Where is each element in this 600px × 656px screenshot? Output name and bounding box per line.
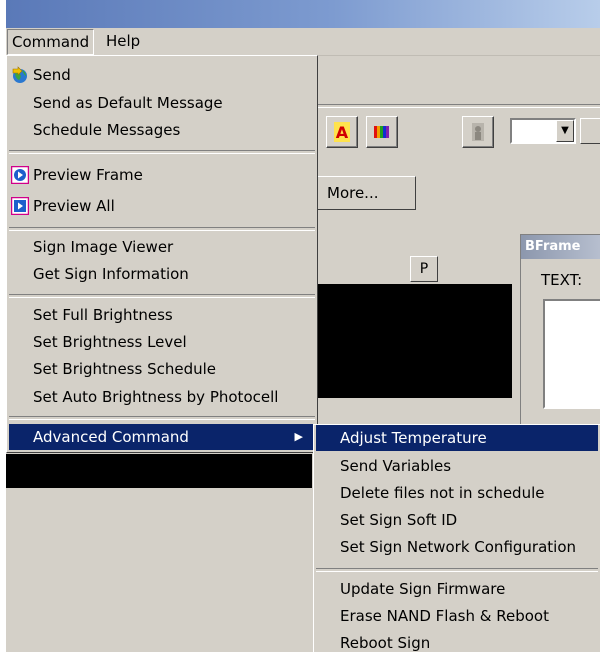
chevron-down-icon[interactable]: ▼: [556, 120, 574, 142]
menu-item-send-default[interactable]: Send as Default Message: [9, 90, 315, 116]
globe-send-icon: [12, 66, 27, 83]
bframe-panel: BFrame TEXT:: [520, 234, 600, 426]
menu-item-adjust-temperature[interactable]: Adjust Temperature: [316, 425, 598, 451]
window-title-bar: [6, 0, 600, 28]
menu-item-advanced-label: Advanced Command: [33, 428, 189, 446]
menu-item-network-config[interactable]: Set Sign Network Configuration: [316, 534, 598, 560]
more-button[interactable]: More...: [316, 176, 416, 210]
menu-item-schedule[interactable]: Schedule Messages: [9, 117, 315, 143]
menu-item-delete-files[interactable]: Delete files not in schedule: [316, 480, 598, 506]
submenu-arrow-icon: ▶: [294, 430, 303, 443]
sign-preview-panel: [316, 284, 512, 398]
menu-bar: Command Help: [6, 28, 600, 56]
command-menu: Send Send as Default Message Schedule Me…: [6, 55, 318, 453]
person-button[interactable]: [462, 116, 494, 148]
sign-preview-strip: [6, 454, 312, 488]
menu-item-brightness-schedule[interactable]: Set Brightness Schedule: [9, 356, 315, 382]
preview-all-icon: [11, 197, 29, 215]
menu-item-sign-image-viewer[interactable]: Sign Image Viewer: [9, 234, 315, 260]
menu-item-preview-frame[interactable]: Preview Frame: [9, 162, 315, 188]
text-field[interactable]: [543, 299, 600, 409]
menu-item-get-sign-info[interactable]: Get Sign Information: [9, 261, 315, 287]
p-button[interactable]: P: [410, 256, 438, 282]
advanced-command-submenu: Adjust Temperature Send Variables Delete…: [313, 424, 600, 652]
toolbar-partial-button[interactable]: [580, 118, 600, 144]
menu-separator: [9, 416, 315, 420]
menu-item-update-firmware[interactable]: Update Sign Firmware: [316, 576, 598, 602]
menu-item-preview-all-label: Preview All: [33, 197, 115, 215]
menu-command[interactable]: Command: [7, 29, 95, 55]
menu-separator: [316, 568, 598, 572]
menu-item-send[interactable]: Send: [9, 62, 315, 88]
text-a-icon: A: [334, 122, 350, 142]
color-bars-button[interactable]: [366, 116, 398, 148]
menu-item-advanced-command[interactable]: Advanced Command ▶: [9, 424, 315, 450]
preview-frame-icon: [11, 166, 29, 184]
menu-help[interactable]: Help: [102, 29, 144, 53]
menu-separator: [9, 227, 315, 231]
toolbar-dropdown[interactable]: ▼: [510, 118, 576, 144]
text-tool-button[interactable]: A: [326, 116, 358, 148]
menu-item-reboot-sign[interactable]: Reboot Sign: [316, 630, 598, 656]
color-bars-icon: [374, 126, 389, 138]
menu-item-erase-nand[interactable]: Erase NAND Flash & Reboot: [316, 603, 598, 629]
person-icon: [472, 123, 484, 141]
menu-separator: [9, 150, 315, 154]
menu-item-full-brightness[interactable]: Set Full Brightness: [9, 302, 315, 328]
menu-item-preview-frame-label: Preview Frame: [33, 166, 143, 184]
text-label: TEXT:: [541, 271, 583, 289]
bframe-title: BFrame: [521, 235, 600, 259]
menu-item-auto-brightness[interactable]: Set Auto Brightness by Photocell: [9, 384, 315, 410]
menu-item-preview-all[interactable]: Preview All: [9, 193, 315, 219]
svg-text:A: A: [336, 123, 349, 142]
menu-item-soft-id[interactable]: Set Sign Soft ID: [316, 507, 598, 533]
menu-item-send-variables[interactable]: Send Variables: [316, 453, 598, 479]
menu-separator: [9, 294, 315, 298]
toolbar-divider: [316, 104, 600, 108]
menu-item-send-label: Send: [33, 66, 71, 84]
menu-item-brightness-level[interactable]: Set Brightness Level: [9, 329, 315, 355]
